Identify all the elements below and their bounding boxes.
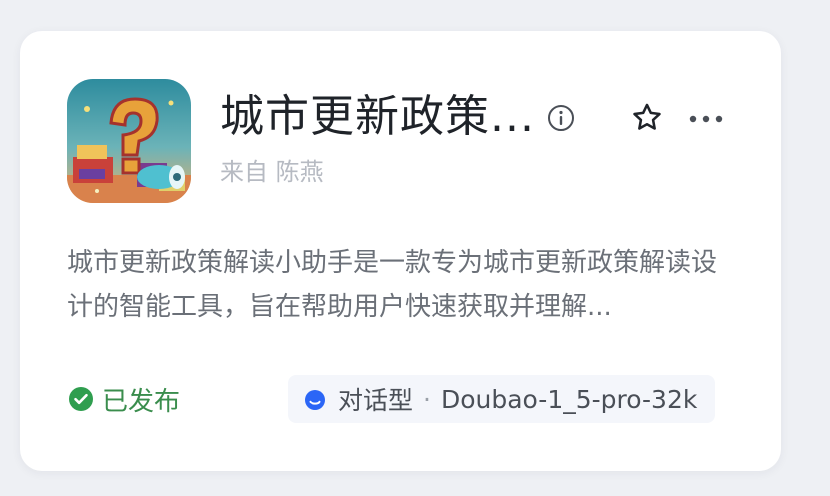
agent-type-tag: 对话型 · Doubao-1_5-pro-32k: [288, 375, 716, 423]
agent-card[interactable]: 城市更新政策... 来自 陈燕 城市更新政策解读小助手是一款专为城市更新政策解读…: [20, 31, 781, 471]
more-icon[interactable]: [686, 111, 726, 125]
agent-title: 城市更新政策...: [220, 91, 535, 142]
agent-author: 来自 陈燕: [220, 158, 324, 186]
chat-bubble-icon: [304, 388, 326, 410]
status-label: 已发布: [102, 386, 181, 417]
model-name-label: Doubao-1_5-pro-32k: [440, 384, 698, 414]
info-icon[interactable]: [546, 103, 576, 133]
agent-mode-label: 对话型: [338, 386, 414, 415]
status-badge: 已发布: [68, 377, 180, 421]
agent-avatar: [67, 79, 191, 203]
agent-description: 城市更新政策解读小助手是一款专为城市更新政策解读设计的智能工具，旨在帮助用户快速…: [67, 248, 718, 322]
check-circle-icon: [68, 386, 94, 412]
tag-separator: ·: [423, 384, 431, 414]
star-icon[interactable]: [630, 101, 664, 135]
